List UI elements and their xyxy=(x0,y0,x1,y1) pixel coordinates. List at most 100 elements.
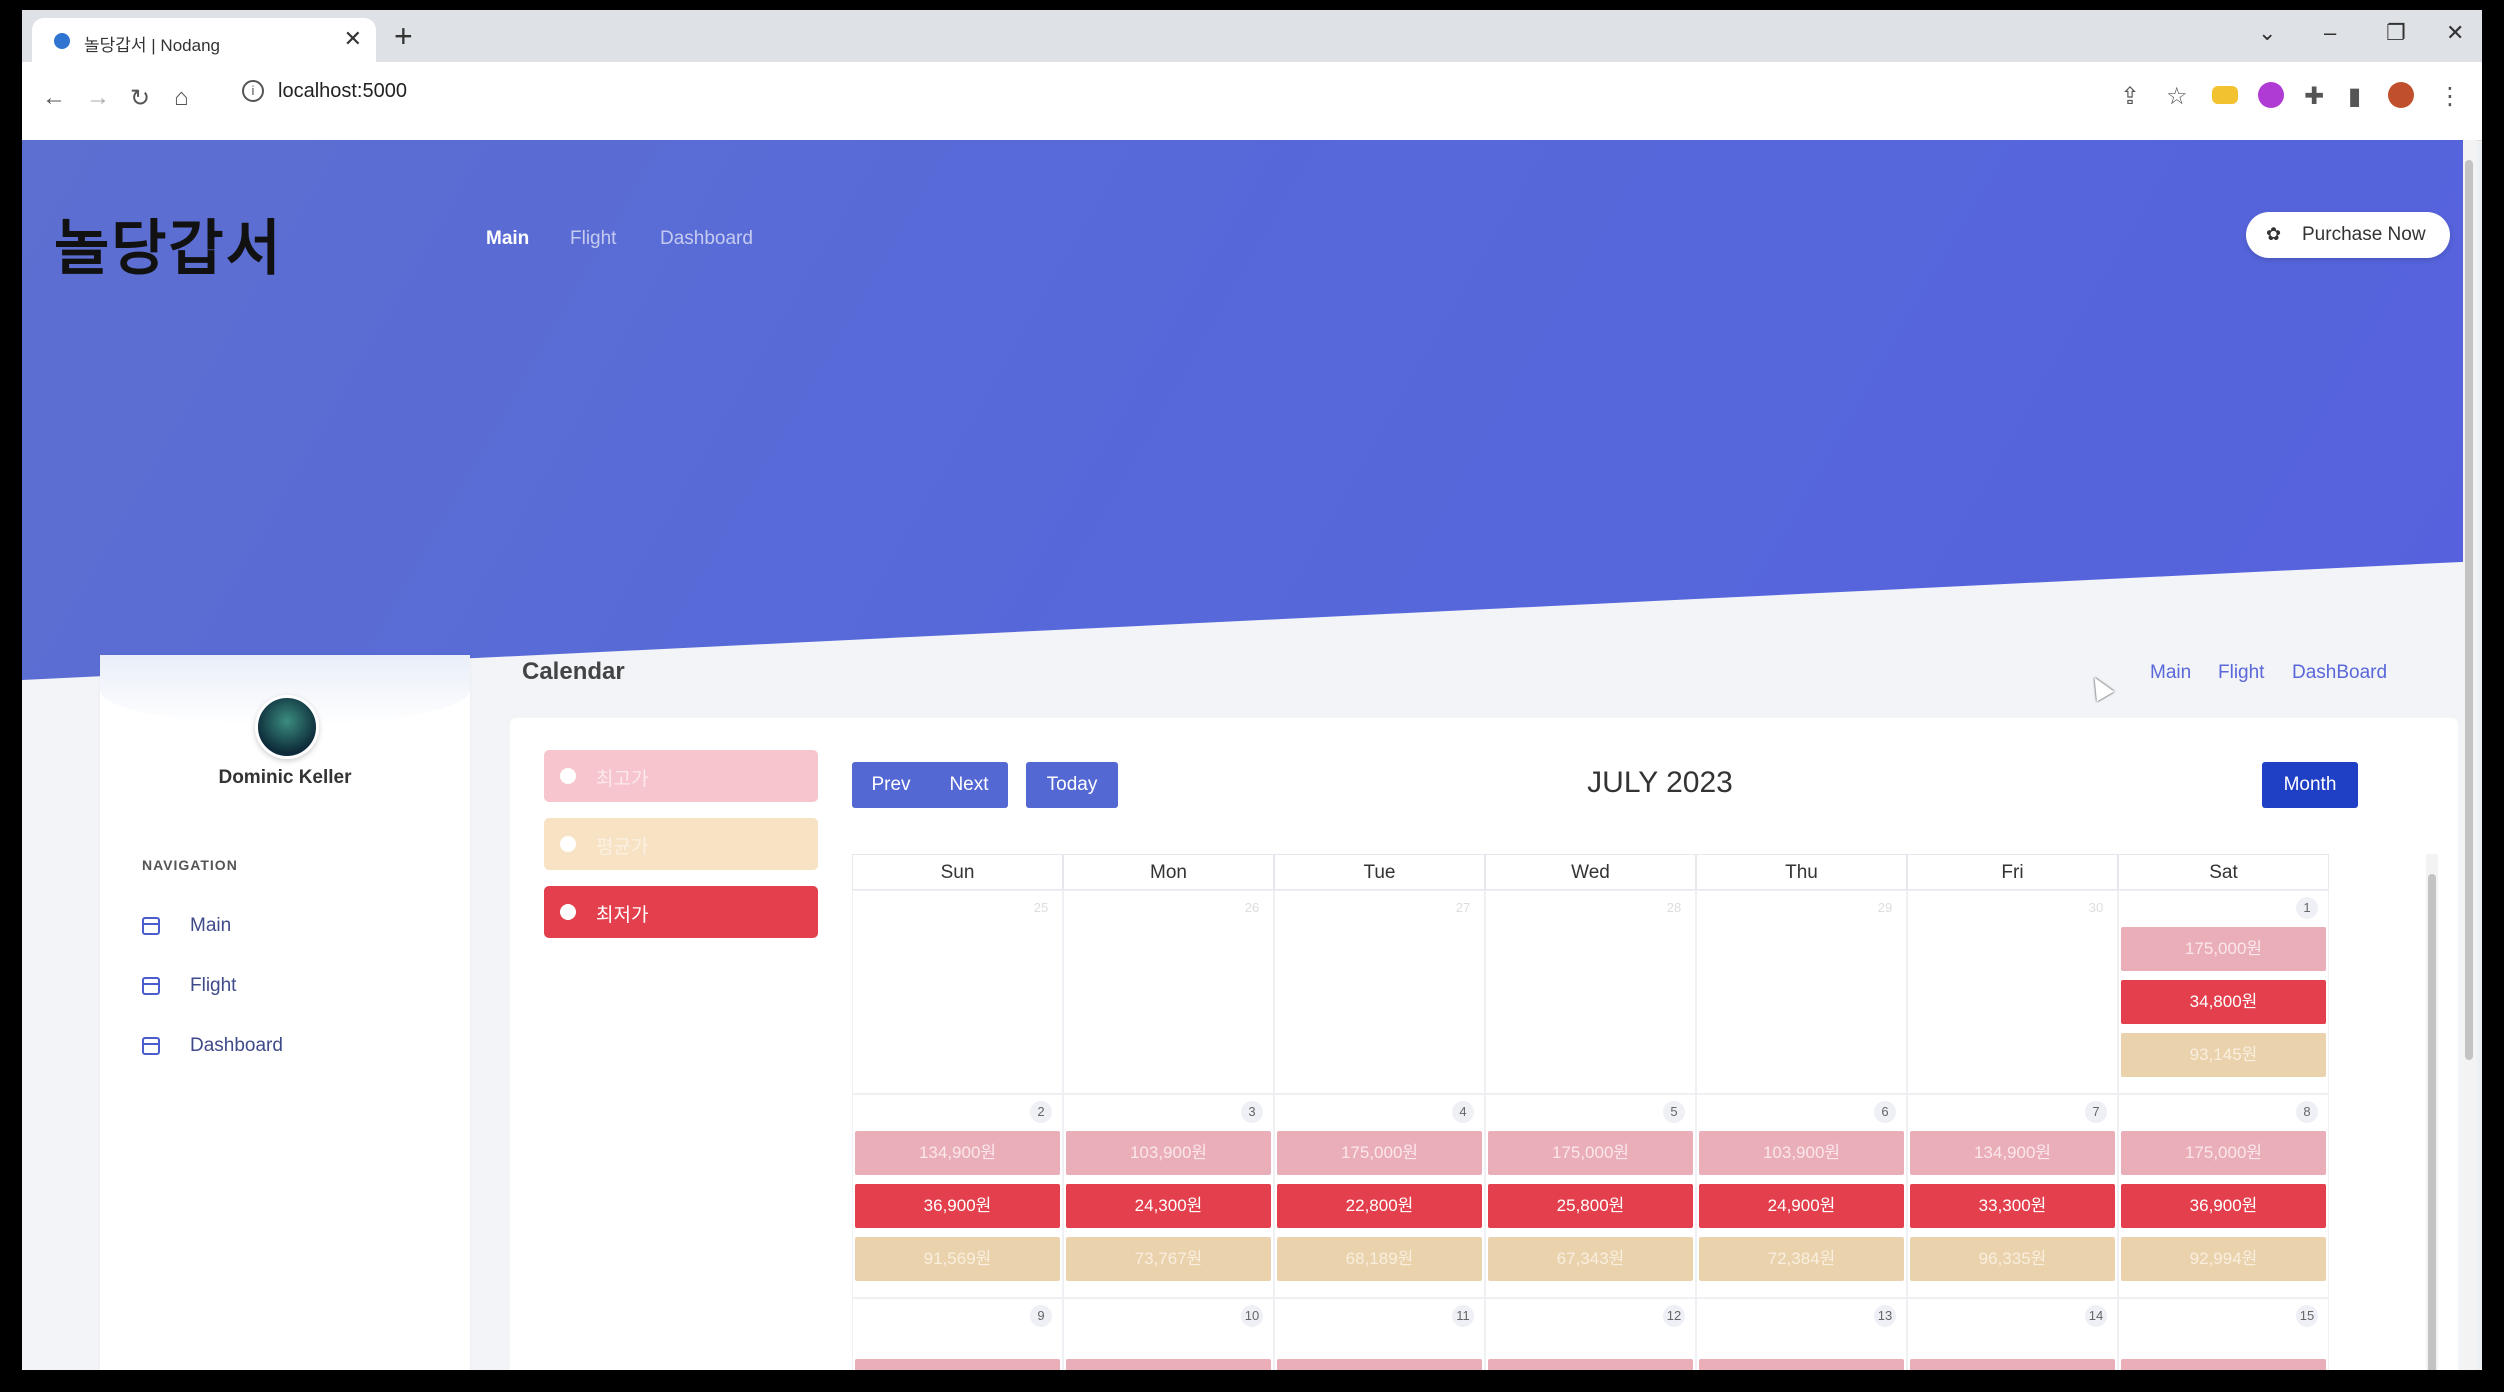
price-high-event[interactable]: 175,000원 xyxy=(1277,1131,1482,1175)
site-info-icon[interactable]: i xyxy=(242,80,264,102)
day-cell[interactable]: 28 xyxy=(1485,890,1696,1094)
profile-avatar-icon[interactable] xyxy=(2388,82,2414,108)
price-average-event[interactable]: 68,189원 xyxy=(1277,1237,1482,1281)
reload-icon[interactable]: ↻ xyxy=(130,84,150,113)
topnav-flight[interactable]: Flight xyxy=(570,228,616,250)
day-number[interactable]: 2 xyxy=(1030,1101,1052,1123)
price-low-event[interactable]: 36,900원 xyxy=(2121,1184,2326,1228)
forward-icon[interactable]: → xyxy=(86,84,110,112)
price-high-event[interactable] xyxy=(1699,1359,1904,1370)
bookmark-star-icon[interactable]: ☆ xyxy=(2166,82,2188,111)
close-tab-icon[interactable]: ✕ xyxy=(344,26,362,52)
url-field[interactable]: i localhost:5000 xyxy=(232,74,2132,114)
topnav-dashboard[interactable]: Dashboard xyxy=(660,228,753,250)
prev-button[interactable]: Prev xyxy=(852,762,930,808)
day-cell[interactable]: 13 xyxy=(1696,1298,1907,1370)
legend-high-price[interactable]: 최고가 xyxy=(544,750,818,802)
day-cell[interactable]: 4 175,000원 22,800원 68,189원 xyxy=(1274,1094,1485,1298)
price-high-event[interactable] xyxy=(1488,1359,1693,1370)
purchase-now-button[interactable]: ✿ Purchase Now xyxy=(2246,212,2450,258)
day-cell[interactable]: 2 134,900원 36,900원 91,569원 xyxy=(852,1094,1063,1298)
day-number[interactable]: 13 xyxy=(1874,1305,1896,1327)
price-high-event[interactable] xyxy=(1066,1359,1271,1370)
legend-low-price[interactable]: 최저가 xyxy=(544,886,818,938)
scrollbar-thumb[interactable] xyxy=(2465,160,2473,1060)
puzzle-icon[interactable]: ✚ xyxy=(2304,82,2324,111)
sidebar-item-main[interactable]: Main xyxy=(142,913,402,943)
day-cell[interactable]: 5 175,000원 25,800원 67,343원 xyxy=(1485,1094,1696,1298)
day-cell[interactable]: 11 xyxy=(1274,1298,1485,1370)
price-average-event[interactable]: 91,569원 xyxy=(855,1237,1060,1281)
day-cell[interactable]: 9 xyxy=(852,1298,1063,1370)
day-number[interactable]: 27 xyxy=(1452,897,1474,919)
site-logo[interactable]: 놀당갑서 xyxy=(54,200,283,287)
day-number[interactable]: 14 xyxy=(2085,1305,2107,1327)
legend-average-price[interactable]: 평균가 xyxy=(544,818,818,870)
price-low-event[interactable]: 24,300원 xyxy=(1066,1184,1271,1228)
price-average-event[interactable]: 96,335원 xyxy=(1910,1237,2115,1281)
price-high-event[interactable]: 103,900원 xyxy=(1066,1131,1271,1175)
day-cell[interactable]: 14 xyxy=(1907,1298,2118,1370)
day-cell[interactable]: 1 175,000원 34,800원 93,145원 xyxy=(2118,890,2329,1094)
price-low-event[interactable]: 36,900원 xyxy=(855,1184,1060,1228)
day-number[interactable]: 29 xyxy=(1874,897,1896,919)
page-scrollbar[interactable] xyxy=(2463,140,2477,1370)
back-icon[interactable]: ← xyxy=(42,84,66,112)
day-number[interactable]: 15 xyxy=(2296,1305,2318,1327)
day-number[interactable]: 8 xyxy=(2296,1101,2318,1123)
share-icon[interactable]: ⇪ xyxy=(2120,82,2140,111)
price-high-event[interactable]: 134,900원 xyxy=(1910,1131,2115,1175)
day-cell[interactable]: 7 134,900원 33,300원 96,335원 xyxy=(1907,1094,2118,1298)
day-cell[interactable]: 26 xyxy=(1063,890,1274,1094)
price-high-event[interactable] xyxy=(2121,1359,2326,1370)
window-close-icon[interactable]: ✕ xyxy=(2446,20,2464,46)
price-average-event[interactable]: 72,384원 xyxy=(1699,1237,1904,1281)
day-number[interactable]: 1 xyxy=(2296,897,2318,919)
browser-menu-icon[interactable]: ⋮ xyxy=(2438,82,2462,111)
today-button[interactable]: Today xyxy=(1026,762,1118,808)
price-average-event[interactable]: 93,145원 xyxy=(2121,1033,2326,1077)
price-high-event[interactable]: 175,000원 xyxy=(2121,927,2326,971)
day-number[interactable]: 5 xyxy=(1663,1101,1685,1123)
price-high-event[interactable]: 175,000원 xyxy=(1488,1131,1693,1175)
price-low-event[interactable]: 22,800원 xyxy=(1277,1184,1482,1228)
price-high-event[interactable] xyxy=(855,1359,1060,1370)
sidebar-item-flight[interactable]: Flight xyxy=(142,973,402,1003)
next-button[interactable]: Next xyxy=(930,762,1008,808)
new-tab-icon[interactable]: + xyxy=(394,20,413,52)
month-view-button[interactable]: Month xyxy=(2262,762,2358,808)
price-high-event[interactable]: 175,000원 xyxy=(2121,1131,2326,1175)
price-average-event[interactable]: 73,767원 xyxy=(1066,1237,1271,1281)
breadcrumb-main[interactable]: Main xyxy=(2150,662,2191,684)
day-cell[interactable]: 29 xyxy=(1696,890,1907,1094)
day-number[interactable]: 9 xyxy=(1030,1305,1052,1327)
day-number[interactable]: 4 xyxy=(1452,1101,1474,1123)
day-cell[interactable]: 27 xyxy=(1274,890,1485,1094)
price-high-event[interactable] xyxy=(1277,1359,1482,1370)
day-number[interactable]: 7 xyxy=(2085,1101,2107,1123)
day-number[interactable]: 28 xyxy=(1663,897,1685,919)
scrollbar-thumb[interactable] xyxy=(2428,874,2436,1370)
day-number[interactable]: 25 xyxy=(1030,897,1052,919)
day-cell[interactable]: 6 103,900원 24,900원 72,384원 xyxy=(1696,1094,1907,1298)
price-high-event[interactable] xyxy=(1910,1359,2115,1370)
price-low-event[interactable]: 24,900원 xyxy=(1699,1184,1904,1228)
calendar-scrollbar[interactable] xyxy=(2426,854,2438,1370)
sidebar-item-dashboard[interactable]: Dashboard xyxy=(142,1033,402,1063)
day-number[interactable]: 30 xyxy=(2085,897,2107,919)
browser-tab[interactable]: 놀당갑서 | Nodang ✕ xyxy=(32,18,376,62)
day-number[interactable]: 12 xyxy=(1663,1305,1685,1327)
tab-search-icon[interactable]: ⌄ xyxy=(2258,20,2276,46)
day-number[interactable]: 6 xyxy=(1874,1101,1896,1123)
day-cell[interactable]: 15 xyxy=(2118,1298,2329,1370)
home-icon[interactable]: ⌂ xyxy=(174,84,189,112)
day-number[interactable]: 3 xyxy=(1241,1101,1263,1123)
day-cell[interactable]: 30 xyxy=(1907,890,2118,1094)
day-cell[interactable]: 10 xyxy=(1063,1298,1274,1370)
extension-icon[interactable] xyxy=(2258,82,2284,108)
restore-icon[interactable]: ❐ xyxy=(2386,20,2406,46)
day-cell[interactable]: 3 103,900원 24,300원 73,767원 xyxy=(1063,1094,1274,1298)
day-number[interactable]: 10 xyxy=(1241,1305,1263,1327)
price-low-event[interactable]: 34,800원 xyxy=(2121,980,2326,1024)
day-cell[interactable]: 25 xyxy=(852,890,1063,1094)
